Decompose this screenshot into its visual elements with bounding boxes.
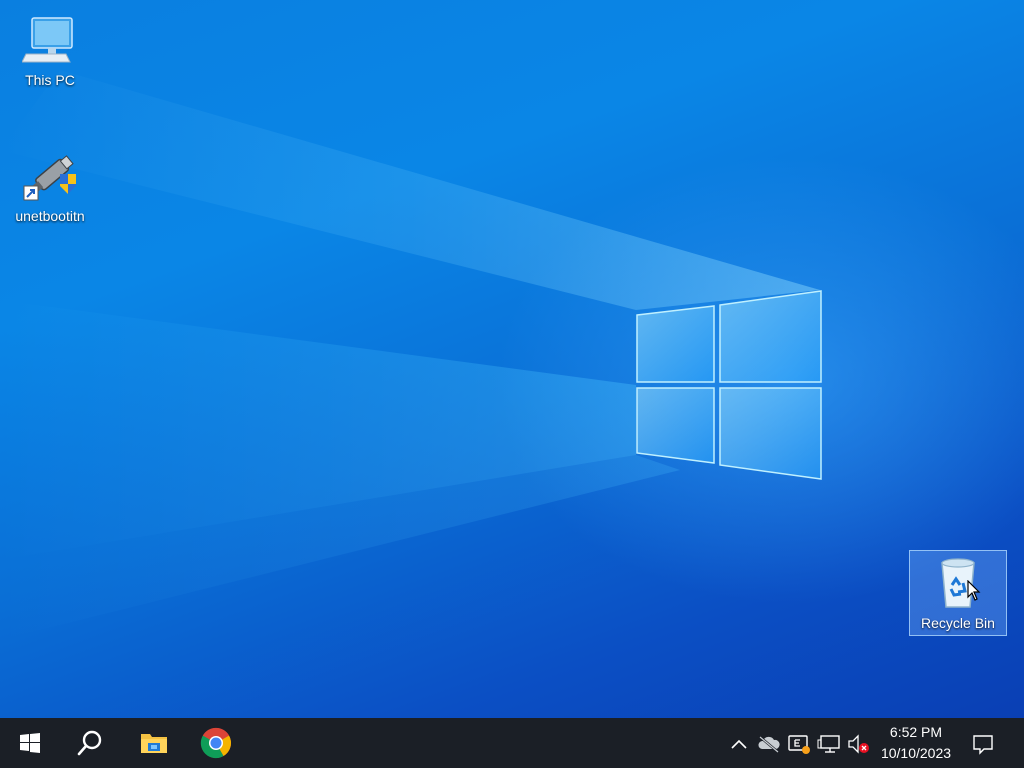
chrome-taskbar-button[interactable] xyxy=(186,718,246,768)
show-hidden-icons-button[interactable] xyxy=(726,731,752,757)
clock-time: 6:52 PM xyxy=(889,724,943,740)
desktop-icon-label: Recycle Bin xyxy=(921,615,995,631)
desktop-icon-label: unetbootitn xyxy=(15,208,85,224)
network-tray-button[interactable] xyxy=(816,731,842,757)
search-button[interactable] xyxy=(60,718,120,768)
search-icon xyxy=(77,730,102,756)
mouse-cursor-icon xyxy=(967,580,981,601)
action-center-icon xyxy=(973,735,993,755)
onedrive-tray-button[interactable] xyxy=(756,731,782,757)
volume-muted-icon xyxy=(848,734,869,754)
desktop-icon-label: This PC xyxy=(25,72,75,88)
this-pc-icon xyxy=(21,12,78,68)
desktop-icon-this-pc[interactable]: This PC xyxy=(1,8,99,88)
input-indicator-button[interactable] xyxy=(786,731,812,757)
volume-tray-button[interactable] xyxy=(846,731,872,757)
network-icon xyxy=(817,735,840,753)
wallpaper-light-beams xyxy=(0,70,820,640)
desktop[interactable]: This PC unetbootitn Recycle Bin xyxy=(0,0,1024,718)
onedrive-offline-icon xyxy=(758,736,780,753)
file-explorer-taskbar-button[interactable] xyxy=(124,718,184,768)
clock-date: 10/10/2023 xyxy=(880,745,952,761)
file-explorer-icon xyxy=(141,734,167,753)
desktop-icon-recycle-bin[interactable]: Recycle Bin xyxy=(909,550,1007,636)
keyboard-input-icon xyxy=(788,735,810,754)
taskbar: 6:52 PM 10/10/2023 xyxy=(0,718,1024,768)
chrome-icon xyxy=(200,727,232,759)
windows-start-icon xyxy=(20,733,40,753)
start-button[interactable] xyxy=(0,718,60,768)
action-center-button[interactable] xyxy=(970,731,996,757)
taskbar-clock[interactable]: 6:52 PM 10/10/2023 xyxy=(870,722,962,764)
wallpaper-windows-logo xyxy=(636,290,822,480)
desktop-icon-unetbootin[interactable]: unetbootitn xyxy=(1,144,99,224)
chevron-up-icon xyxy=(731,739,747,749)
unetbootin-icon xyxy=(22,148,78,204)
